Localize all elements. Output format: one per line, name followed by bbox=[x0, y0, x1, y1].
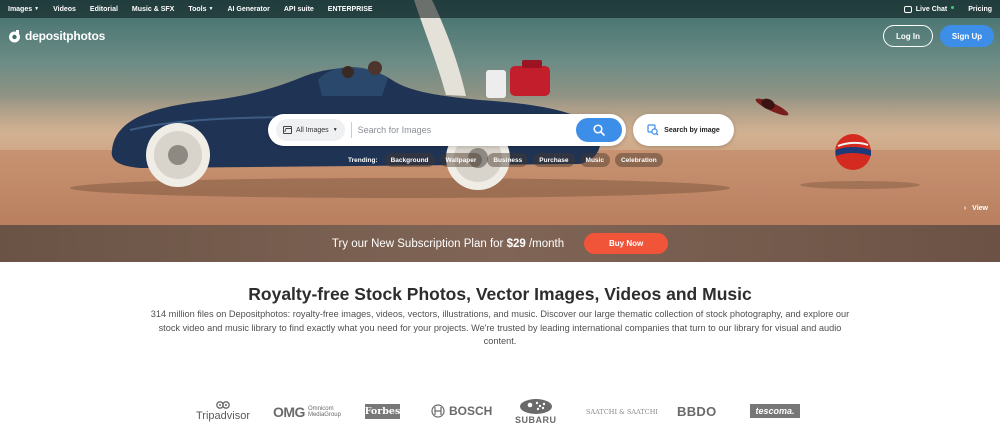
top-navigation: Images ▼ Videos Editorial Music & SFX Too… bbox=[0, 0, 1000, 18]
online-status-icon bbox=[951, 5, 955, 9]
page-description: 314 million files on Depositphotos: roya… bbox=[150, 309, 850, 346]
search-icon bbox=[593, 124, 605, 136]
nav-tools[interactable]: Tools ▼ bbox=[188, 6, 213, 13]
view-link-label: View bbox=[972, 205, 988, 212]
chevron-down-icon: ▼ bbox=[208, 6, 214, 12]
signup-button[interactable]: Sign Up bbox=[940, 25, 994, 47]
trending-tags: Trending: Background Wallpaper Business … bbox=[348, 153, 663, 167]
hero-banner bbox=[0, 0, 1000, 225]
chevron-down-icon: ▼ bbox=[332, 127, 338, 133]
chat-icon bbox=[903, 5, 912, 13]
promo-text-after: /month bbox=[525, 237, 565, 250]
live-chat-label: Live Chat bbox=[915, 5, 948, 13]
trend-chip-business[interactable]: Business bbox=[487, 153, 529, 167]
nav-enterprise[interactable]: ENTERPRISE bbox=[328, 6, 373, 13]
brand-bosch-text: BOSCH bbox=[449, 404, 493, 418]
brand-tripadvisor-text: Tripadvisor bbox=[196, 410, 250, 422]
brand-saatchi-text: SAATCHI & SAATCHI bbox=[586, 408, 658, 416]
brand-omnicom: OMG Omnicom MediaGroup bbox=[273, 404, 341, 420]
brand-forbes: Forbes bbox=[365, 404, 400, 419]
brand-subaru: SUBARU bbox=[515, 398, 557, 425]
logo-text: depositphotos bbox=[25, 29, 106, 43]
bosch-armature-icon bbox=[431, 404, 445, 418]
nav-api-suite[interactable]: API suite bbox=[284, 6, 314, 13]
trend-chip-celebration[interactable]: Celebration bbox=[614, 153, 663, 167]
hero-scene-illustration bbox=[70, 0, 920, 198]
brand-tescoma: tescoma. bbox=[750, 404, 800, 418]
nav-images-label: Images bbox=[8, 5, 33, 13]
view-image-link[interactable]: › View bbox=[964, 205, 988, 212]
visual-search-icon bbox=[647, 124, 659, 136]
page-title: Royalty-free Stock Photos, Vector Images… bbox=[248, 284, 752, 304]
trend-chip-music[interactable]: Music bbox=[579, 153, 610, 167]
brand-forbes-text: Forbes bbox=[364, 406, 401, 417]
promo-banner: Try our New Subscription Plan for $29 /m… bbox=[0, 225, 1000, 262]
live-chat-link[interactable]: Live Chat bbox=[903, 5, 955, 13]
search-button[interactable] bbox=[576, 118, 622, 142]
search-by-image-label: Search by image bbox=[664, 126, 720, 134]
nav-music[interactable]: Music & SFX bbox=[132, 6, 174, 13]
brand-bbdo-text: BBDO bbox=[677, 404, 717, 419]
nav-pricing[interactable]: Pricing bbox=[968, 6, 992, 13]
trend-chip-background[interactable]: Background bbox=[384, 153, 435, 167]
trending-label: Trending: bbox=[348, 156, 378, 164]
site-logo[interactable]: depositphotos bbox=[8, 29, 105, 43]
search-by-image-button[interactable]: Search by image bbox=[633, 114, 734, 146]
image-icon bbox=[283, 126, 292, 134]
chevron-down-icon: ▼ bbox=[34, 6, 40, 12]
brand-omnicom-label: Omnicom MediaGroup bbox=[308, 406, 341, 419]
chevron-right-icon: › bbox=[963, 205, 967, 212]
depositphotos-logo-icon bbox=[9, 29, 20, 42]
search-bar: All Images ▼ bbox=[268, 114, 626, 146]
promo-text-before: Try our New Subscription Plan for bbox=[331, 237, 507, 250]
trend-chip-purchase[interactable]: Purchase bbox=[533, 153, 575, 167]
trusted-brands: Tripadvisor OMG Omnicom MediaGroup Forbe… bbox=[0, 398, 1000, 432]
nav-editorial[interactable]: Editorial bbox=[90, 6, 118, 13]
brand-tripadvisor: Tripadvisor bbox=[196, 400, 250, 422]
trend-chip-wallpaper[interactable]: Wallpaper bbox=[439, 153, 483, 167]
brand-bbdo: BBDO bbox=[677, 404, 716, 419]
brand-bosch: BOSCH bbox=[431, 404, 492, 418]
brand-saatchi: SAATCHI & SAATCHI bbox=[586, 408, 658, 416]
brand-subaru-text: SUBARU bbox=[515, 415, 557, 425]
brand-omg-text: OMG bbox=[273, 404, 305, 420]
subaru-stars-icon bbox=[519, 399, 552, 414]
brand-tescoma-text: tescoma. bbox=[755, 406, 795, 416]
category-select-label: All Images bbox=[296, 126, 329, 134]
search-input[interactable] bbox=[357, 125, 576, 135]
nav-videos[interactable]: Videos bbox=[53, 6, 76, 13]
divider bbox=[350, 122, 352, 138]
promo-text: Try our New Subscription Plan for $29 /m… bbox=[332, 238, 564, 250]
auth-buttons: Log In Sign Up bbox=[883, 25, 994, 47]
nav-images[interactable]: Images ▼ bbox=[8, 6, 39, 13]
tripadvisor-owl-icon bbox=[216, 401, 230, 409]
nav-ai-generator[interactable]: AI Generator bbox=[227, 6, 269, 13]
brand-omnicom-line2: MediaGroup bbox=[307, 412, 341, 418]
promo-price: $29 bbox=[506, 237, 526, 250]
nav-tools-label: Tools bbox=[188, 5, 207, 13]
category-select[interactable]: All Images ▼ bbox=[276, 119, 345, 141]
login-button[interactable]: Log In bbox=[883, 25, 933, 47]
buy-now-button[interactable]: Buy Now bbox=[584, 233, 669, 254]
